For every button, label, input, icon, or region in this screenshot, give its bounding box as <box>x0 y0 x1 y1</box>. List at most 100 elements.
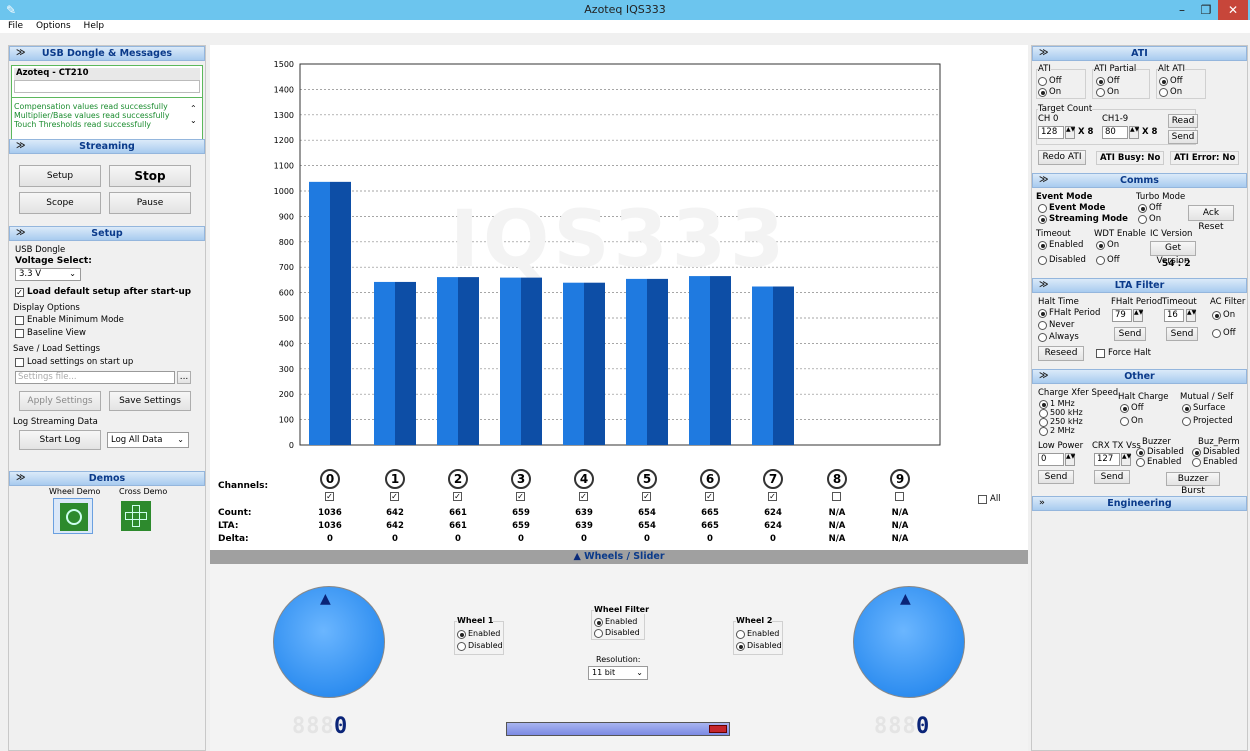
channel-5-checkbox[interactable]: ✓ <box>642 492 651 501</box>
channel-0-checkbox[interactable]: ✓ <box>325 492 334 501</box>
device-input[interactable] <box>14 80 200 93</box>
speed-1mhz-radio[interactable] <box>1039 400 1048 409</box>
crx-input[interactable]: 127 <box>1094 453 1120 466</box>
wheel-demo-button[interactable] <box>53 498 93 534</box>
ac-filter-on-radio[interactable] <box>1212 311 1221 320</box>
low-power-spinner[interactable]: ▲▼ <box>1065 453 1075 466</box>
apply-settings-button[interactable]: Apply Settings <box>19 391 101 411</box>
setup-button[interactable]: Setup <box>19 165 101 187</box>
halt-charge-on-radio[interactable] <box>1120 417 1129 426</box>
channel-8-checkbox[interactable] <box>832 492 841 501</box>
menu-options[interactable]: Options <box>36 21 71 31</box>
alt-ati-off-radio[interactable] <box>1159 77 1168 86</box>
wheels-slider-header[interactable]: ▲ Wheels / Slider <box>210 550 1028 564</box>
lta-timeout-send-button[interactable]: Send <box>1166 327 1198 341</box>
lta-timeout-input[interactable]: 16 <box>1164 309 1184 322</box>
browse-button[interactable]: ... <box>177 371 191 384</box>
stop-button[interactable]: Stop <box>109 165 191 187</box>
all-checkbox[interactable] <box>978 495 987 504</box>
ati-send-button[interactable]: Send <box>1168 130 1198 144</box>
cross-demo-icon[interactable] <box>121 501 151 531</box>
resolution-select[interactable]: 11 bit ⌄ <box>588 666 648 680</box>
load-default-checkbox[interactable]: ✓ <box>15 288 24 297</box>
ac-filter-off-radio[interactable] <box>1212 329 1221 338</box>
demos-header[interactable]: ≫ Demos <box>9 471 205 486</box>
ati-partial-off-radio[interactable] <box>1096 77 1105 86</box>
voltage-select[interactable]: 3.3 V ⌄ <box>15 268 81 281</box>
log-option-select[interactable]: Log All Data ⌄ <box>107 432 189 448</box>
ati-on-radio[interactable] <box>1038 88 1047 97</box>
maximize-button[interactable]: ❐ <box>1194 0 1218 20</box>
buz-perm-enabled-radio[interactable] <box>1192 458 1201 467</box>
slider-handle[interactable] <box>709 725 727 733</box>
ati-header[interactable]: ≫ ATI <box>1032 46 1247 61</box>
save-settings-button[interactable]: Save Settings <box>109 391 191 411</box>
halt-never-radio[interactable] <box>1038 321 1047 330</box>
low-power-send-button[interactable]: Send <box>1038 470 1074 484</box>
projected-radio[interactable] <box>1182 417 1191 426</box>
fhalt-send-button[interactable]: Send <box>1114 327 1146 341</box>
channel-1-checkbox[interactable]: ✓ <box>390 492 399 501</box>
ati-read-button[interactable]: Read <box>1168 114 1198 128</box>
channel-7-checkbox[interactable]: ✓ <box>768 492 777 501</box>
channel-4-checkbox[interactable]: ✓ <box>579 492 588 501</box>
ati-partial-on-radio[interactable] <box>1096 88 1105 97</box>
channel-2-checkbox[interactable]: ✓ <box>453 492 462 501</box>
scope-button[interactable]: Scope <box>19 192 101 214</box>
crx-send-button[interactable]: Send <box>1094 470 1130 484</box>
streaming-mode-radio[interactable] <box>1038 215 1047 224</box>
ch19-input[interactable]: 80 <box>1102 126 1128 139</box>
event-mode-radio[interactable] <box>1038 204 1047 213</box>
enable-min-checkbox[interactable] <box>15 316 24 325</box>
speed-2mhz-radio[interactable] <box>1039 427 1048 436</box>
force-halt-checkbox[interactable] <box>1096 349 1105 358</box>
redo-ati-button[interactable]: Redo ATI <box>1038 150 1086 165</box>
load-on-start-checkbox[interactable] <box>15 358 24 367</box>
reseed-button[interactable]: Reseed <box>1038 346 1084 361</box>
fhalt-period-input[interactable]: 79 <box>1112 309 1132 322</box>
settings-file-input[interactable]: Settings file... <box>15 371 175 384</box>
scroll-down-icon[interactable]: ⌄ <box>190 116 197 125</box>
wheel-1-disabled-radio[interactable] <box>457 642 466 651</box>
streaming-header[interactable]: ≫ Streaming <box>9 139 205 154</box>
ati-off-radio[interactable] <box>1038 77 1047 86</box>
get-version-button[interactable]: Get Version <box>1150 241 1196 266</box>
ch0-spinner[interactable]: ▲▼ <box>1065 126 1075 139</box>
timeout-disabled-radio[interactable] <box>1038 256 1047 265</box>
fhalt-period-spinner[interactable]: ▲▼ <box>1133 309 1143 322</box>
timeout-enabled-radio[interactable] <box>1038 241 1047 250</box>
pause-button[interactable]: Pause <box>109 192 191 214</box>
wheel-2-enabled-radio[interactable] <box>736 630 745 639</box>
menu-help[interactable]: Help <box>84 21 105 31</box>
ack-reset-button[interactable]: Ack Reset <box>1188 205 1234 232</box>
halt-fhalt-radio[interactable] <box>1038 309 1047 318</box>
engineering-header[interactable]: » Engineering <box>1032 496 1247 511</box>
setup-header[interactable]: ≫ Setup <box>9 226 205 241</box>
crx-spinner[interactable]: ▲▼ <box>1121 453 1131 466</box>
lta-filter-header[interactable]: ≫ LTA Filter <box>1032 278 1247 293</box>
baseline-view-checkbox[interactable] <box>15 329 24 338</box>
turbo-off-radio[interactable] <box>1138 204 1147 213</box>
wheel-2-disabled-radio[interactable] <box>736 642 745 651</box>
other-header[interactable]: ≫ Other <box>1032 369 1247 384</box>
low-power-input[interactable]: 0 <box>1038 453 1064 466</box>
halt-charge-off-radio[interactable] <box>1120 404 1129 413</box>
ch0-input[interactable]: 128 <box>1038 126 1064 139</box>
filter-disabled-radio[interactable] <box>594 629 603 638</box>
lta-timeout-spinner[interactable]: ▲▼ <box>1186 309 1196 322</box>
speed-500khz-radio[interactable] <box>1039 409 1048 418</box>
start-log-button[interactable]: Start Log <box>19 430 101 450</box>
channel-3-checkbox[interactable]: ✓ <box>516 492 525 501</box>
minimize-button[interactable]: – <box>1170 0 1194 20</box>
buzzer-enabled-radio[interactable] <box>1136 458 1145 467</box>
wdt-off-radio[interactable] <box>1096 256 1105 265</box>
scroll-up-icon[interactable]: ⌃ <box>190 104 197 113</box>
menu-file[interactable]: File <box>8 21 23 31</box>
alt-ati-on-radio[interactable] <box>1159 88 1168 97</box>
ch19-spinner[interactable]: ▲▼ <box>1129 126 1139 139</box>
wheel-1-enabled-radio[interactable] <box>457 630 466 639</box>
comms-header[interactable]: ≫ Comms <box>1032 173 1247 188</box>
buz-perm-disabled-radio[interactable] <box>1192 448 1201 457</box>
filter-enabled-radio[interactable] <box>594 618 603 627</box>
channel-9-checkbox[interactable] <box>895 492 904 501</box>
